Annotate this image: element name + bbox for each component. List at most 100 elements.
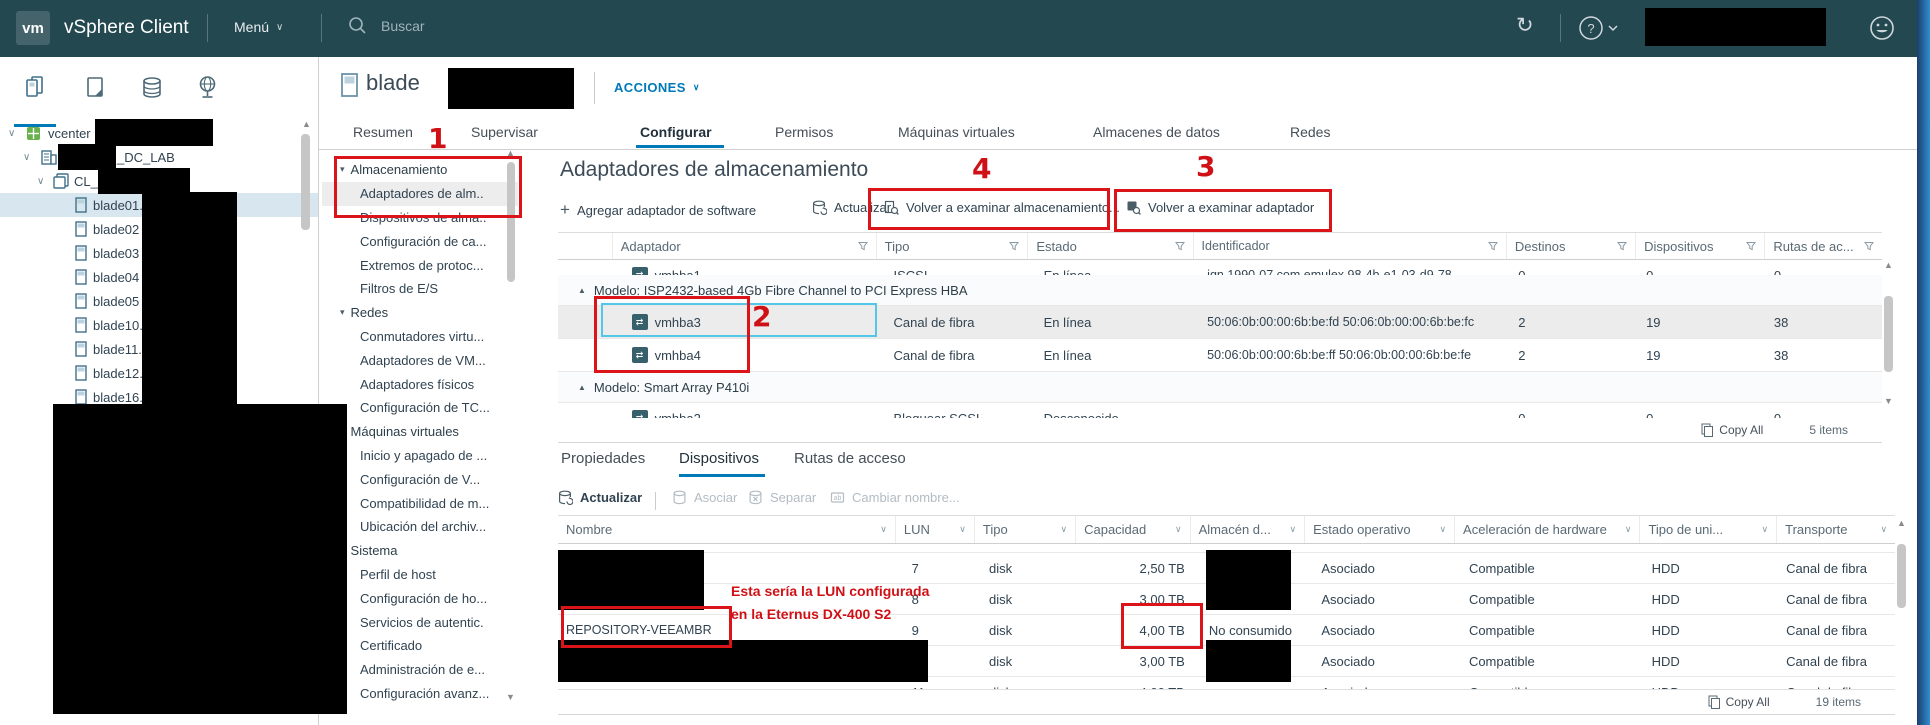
tab-supervisar[interactable]: Supervisar (471, 124, 538, 140)
column-header-almacen[interactable]: Almacén d... ∨ (1189, 516, 1305, 543)
table-row-partial[interactable]: ⇄ vmhba1 ISCSI En línea iqn.1990-07.com.e… (558, 260, 1882, 275)
menu-item[interactable]: Configuración de ca... (322, 229, 518, 253)
scroll-up-icon[interactable]: ▲ (302, 119, 311, 129)
column-header-estado-operativo[interactable]: Estado operativo ∨ (1304, 516, 1454, 543)
filter-icon[interactable] (1617, 241, 1628, 251)
menu-item[interactable]: Configuración de ho... (322, 586, 518, 610)
menu-item[interactable]: Compatibilidad de m... (322, 491, 518, 515)
column-header-aceleracion[interactable]: Aceleración de hardware ∨ (1454, 516, 1639, 543)
adapters-scrollbar-thumb[interactable] (1884, 296, 1893, 372)
table-row-partial[interactable]: ⇄ vmhba2 Bloquear SCSI Desconocido 0 0 0 (558, 403, 1882, 418)
filter-icon[interactable] (1487, 241, 1498, 251)
menu-section-maquinas-virtuales[interactable]: ▾Máquinas virtuales (322, 420, 518, 444)
table-group-row[interactable]: ▲ Modelo: Smart Array P410i (558, 372, 1882, 403)
menu-item[interactable]: Ubicación del archiv... (322, 515, 518, 539)
menu-item[interactable]: Adaptadores de VM... (322, 348, 518, 372)
sort-chevron-icon[interactable]: ∨ (1175, 524, 1182, 535)
filter-icon[interactable] (1009, 241, 1020, 251)
filter-icon[interactable] (1863, 241, 1874, 251)
column-header-rutas[interactable]: Rutas de ac... (1764, 233, 1882, 259)
storage-icon[interactable] (140, 76, 164, 99)
menu-item[interactable]: Filtros de E/S (322, 277, 518, 301)
table-row-vmhba4[interactable]: ⇄ vmhba4 Canal de fibra En línea 50:06:0b… (558, 339, 1882, 372)
column-header-identificador[interactable]: Identificador (1192, 233, 1506, 259)
tab-dispositivos[interactable]: Dispositivos (679, 450, 759, 467)
sidebar-scrollbar-thumb[interactable] (301, 134, 310, 230)
sort-chevron-icon[interactable]: ∨ (1625, 524, 1632, 535)
filter-icon[interactable] (1746, 241, 1757, 251)
menu-button[interactable]: Menú ∨ (234, 19, 283, 35)
menu-item[interactable]: Configuración de TC... (322, 396, 518, 420)
scroll-up-icon[interactable]: ▲ (1884, 260, 1893, 270)
help-menu[interactable]: ? (1578, 15, 1618, 41)
vmware-logo[interactable]: vm (16, 11, 50, 45)
menu-item[interactable]: Perfil de host (322, 563, 518, 587)
expand-chevron-icon[interactable]: ∨ (8, 128, 20, 139)
rename-button[interactable]: ab Cambiar nombre... (830, 490, 960, 505)
expand-chevron-icon[interactable]: ∨ (23, 152, 35, 163)
sort-chevron-icon[interactable]: ∨ (1880, 524, 1887, 535)
column-header-transporte[interactable]: Transporte ∨ (1776, 516, 1895, 543)
column-header-capacidad[interactable]: Capacidad ∨ (1075, 516, 1190, 543)
vms-and-templates-icon[interactable] (84, 76, 106, 99)
menu-section-almacenamiento[interactable]: ▾ Almacenamiento (322, 158, 518, 182)
tab-almacenes-de-datos[interactable]: Almacenes de datos (1093, 124, 1220, 140)
rescan-storage-button[interactable]: Volver a examinar almacenamiento... (884, 200, 1120, 215)
config-menu-scrollbar-thumb[interactable] (507, 162, 515, 282)
column-header-adaptador[interactable]: Adaptador (611, 233, 876, 259)
menu-item-adaptadores-alm[interactable]: Adaptadores de alm.. (322, 181, 518, 206)
column-header-nombre[interactable]: Nombre ∨ (558, 516, 895, 543)
column-header-dispositivos[interactable]: Dispositivos (1635, 233, 1764, 259)
menu-item[interactable]: Dispositivos de alma.. (322, 206, 518, 230)
sort-chevron-icon[interactable]: ∨ (1439, 524, 1446, 535)
scroll-down-icon[interactable]: ▼ (1884, 396, 1893, 406)
scroll-up-icon[interactable]: ▲ (506, 148, 515, 158)
menu-item[interactable]: Administración de e... (322, 658, 518, 682)
rescan-adapter-button[interactable]: Volver a examinar adaptador (1126, 200, 1314, 215)
tab-propiedades[interactable]: Propiedades (561, 450, 645, 467)
tab-redes[interactable]: Redes (1290, 124, 1330, 140)
sort-chevron-icon[interactable]: ∨ (1762, 524, 1769, 535)
networking-icon[interactable] (196, 75, 219, 100)
refresh-devices-button[interactable]: Actualizar (558, 490, 642, 505)
attach-button[interactable]: Asociar (672, 490, 737, 505)
column-header-estado[interactable]: Estado (1027, 233, 1192, 259)
menu-item[interactable]: Certificado (322, 634, 518, 658)
detach-button[interactable]: Separar (748, 490, 816, 505)
menu-item[interactable]: Conmutadores virtu... (322, 325, 518, 349)
tab-resumen[interactable]: Resumen (353, 124, 413, 140)
menu-item[interactable]: Configuración avanz... (322, 682, 518, 706)
menu-item[interactable]: Inicio y apagado de ... (322, 444, 518, 468)
tab-configurar[interactable]: Configurar (640, 124, 712, 140)
tab-rutas-de-acceso[interactable]: Rutas de acceso (794, 450, 906, 467)
column-header-destinos[interactable]: Destinos (1505, 233, 1635, 259)
column-header-tipo[interactable]: Tipo ∨ (973, 516, 1075, 543)
actions-button[interactable]: ACCIONES ∨ (614, 80, 700, 95)
column-header-tipo-unidad[interactable]: Tipo de uni... ∨ (1639, 516, 1776, 543)
sort-chevron-icon[interactable]: ∨ (1061, 524, 1068, 535)
hosts-and-clusters-icon[interactable] (24, 75, 46, 99)
search-input[interactable]: Buscar (348, 16, 425, 35)
sort-chevron-icon[interactable]: ∨ (959, 524, 966, 535)
sort-chevron-icon[interactable]: ∨ (1290, 524, 1297, 535)
scroll-down-icon[interactable]: ▼ (506, 692, 515, 702)
menu-item[interactable]: Configuración de V... (322, 467, 518, 491)
refresh-icon[interactable]: ↻ (1516, 13, 1534, 38)
filter-icon[interactable] (1174, 241, 1185, 251)
sort-chevron-icon[interactable]: ∨ (880, 524, 887, 535)
menu-item[interactable]: Extremos de protoc... (322, 253, 518, 277)
menu-item[interactable]: Servicios de autentic. (322, 610, 518, 634)
copy-all-button[interactable]: Copy All (1708, 695, 1770, 709)
menu-item[interactable]: Adaptadores físicos (322, 372, 518, 396)
menu-section-sistema[interactable]: ▾Sistema (322, 539, 518, 563)
tab-permisos[interactable]: Permisos (775, 124, 833, 140)
copy-all-button[interactable]: Copy All (1701, 423, 1763, 437)
refresh-adapters-button[interactable]: Actualizar (812, 200, 891, 215)
menu-section-redes[interactable]: ▾ Redes (322, 301, 518, 325)
tree-item-datacenter[interactable]: ∨ _DC_LAB (0, 145, 318, 169)
column-header-tipo[interactable]: Tipo (875, 233, 1028, 259)
devices-scrollbar-thumb[interactable] (1897, 544, 1906, 608)
expand-chevron-icon[interactable]: ∨ (37, 176, 49, 187)
feedback-smiley-icon[interactable] (1868, 14, 1896, 42)
add-software-adapter-button[interactable]: + Agregar adaptador de software (560, 200, 756, 220)
